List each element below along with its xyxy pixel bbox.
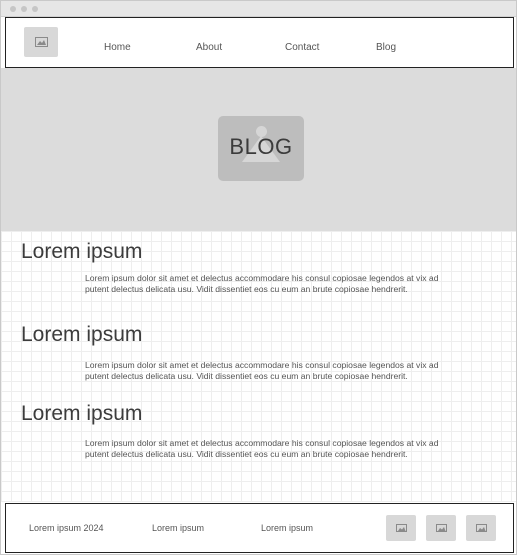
- footer-link[interactable]: Lorem ipsum: [261, 523, 313, 533]
- footer-copyright: Lorem ipsum 2024: [29, 523, 104, 533]
- footer-link[interactable]: Lorem ipsum: [152, 523, 204, 533]
- nav-contact-link[interactable]: Contact: [285, 42, 319, 53]
- nav-about-link[interactable]: About: [196, 42, 222, 53]
- hero-image-placeholder: BLOG: [218, 116, 304, 181]
- footer-image-button[interactable]: [466, 515, 496, 541]
- image-icon: [395, 524, 407, 532]
- browser-window: Home About Contact Blog BLOG Lorem ipsum…: [0, 0, 517, 555]
- logo-placeholder[interactable]: [24, 27, 58, 57]
- section-title: Lorem ipsum: [21, 240, 143, 263]
- window-titlebar: [1, 1, 516, 17]
- nav-blog-link[interactable]: Blog: [376, 42, 396, 53]
- footer-image-button[interactable]: [426, 515, 456, 541]
- section-body: Lorem ipsum dolor sit amet et delectus a…: [85, 438, 439, 459]
- image-icon: [34, 37, 48, 47]
- section-title: Lorem ipsum: [21, 323, 143, 346]
- footer-image-button[interactable]: [386, 515, 416, 541]
- nav-home-link[interactable]: Home: [104, 42, 131, 53]
- hero-title: BLOG: [229, 134, 293, 159]
- window-dot[interactable]: [21, 6, 27, 12]
- section-body: Lorem ipsum dolor sit amet et delectus a…: [85, 273, 439, 294]
- site-header: Home About Contact Blog: [5, 17, 514, 68]
- content-area: Lorem ipsum Lorem ipsum dolor sit amet e…: [1, 231, 516, 502]
- section-body: Lorem ipsum dolor sit amet et delectus a…: [85, 360, 439, 381]
- image-icon: [475, 524, 487, 532]
- image-icon: [435, 524, 447, 532]
- window-dot[interactable]: [10, 6, 16, 12]
- window-dot[interactable]: [32, 6, 38, 12]
- site-footer: Lorem ipsum 2024 Lorem ipsum Lorem ipsum: [5, 503, 514, 553]
- section-title: Lorem ipsum: [21, 402, 143, 425]
- hero-banner: BLOG: [1, 68, 516, 231]
